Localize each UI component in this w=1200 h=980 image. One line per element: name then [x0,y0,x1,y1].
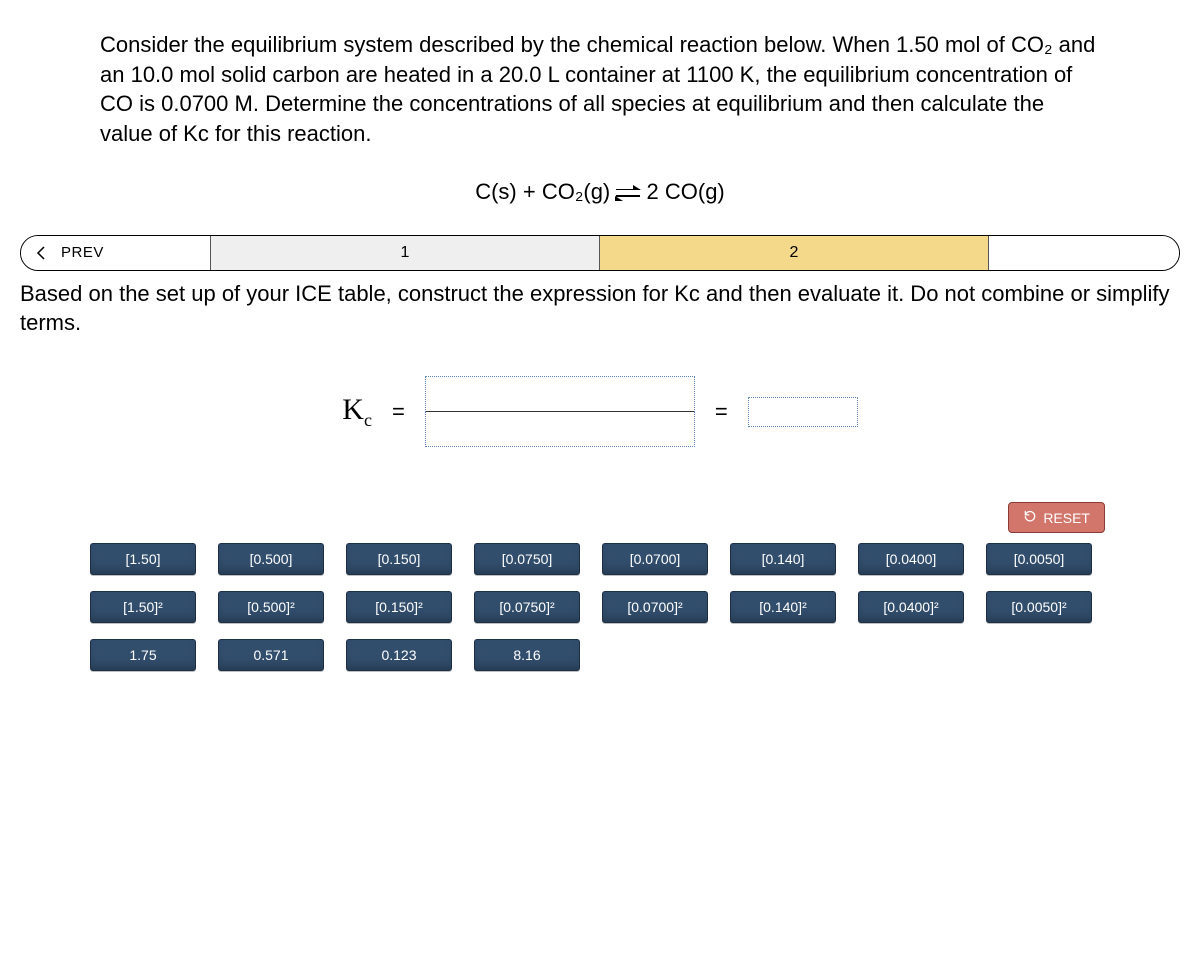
equation-left: C(s) + CO₂(g) [475,179,610,204]
reset-button[interactable]: RESET [1008,502,1105,533]
answer-tiles: [1.50] [0.500] [0.150] [0.0750] [0.0700]… [0,543,1200,671]
numerator-slot[interactable] [425,376,695,412]
tile-row-1: [1.50] [0.500] [0.150] [0.0750] [0.0700]… [90,543,1110,575]
tile[interactable]: [0.500]² [218,591,324,623]
tile[interactable]: [0.150]² [346,591,452,623]
tile[interactable]: 1.75 [90,639,196,671]
equilibrium-arrow-icon [616,186,640,200]
tile[interactable]: [0.0050] [986,543,1092,575]
prev-button[interactable]: PREV [21,236,211,270]
denominator-slot[interactable] [425,411,695,447]
step-nav: PREV 1 2 [20,235,1180,271]
tile[interactable]: [0.150] [346,543,452,575]
tile[interactable]: [0.0700]² [602,591,708,623]
problem-statement: Consider the equilibrium system describe… [0,0,1200,159]
reset-label: RESET [1043,510,1090,526]
chemical-equation: C(s) + CO₂(g) 2 CO(g) [0,159,1200,235]
tile[interactable]: 0.571 [218,639,324,671]
equals-sign-1: = [392,399,405,425]
prev-label: PREV [61,244,104,261]
tile[interactable]: [0.0750] [474,543,580,575]
kc-expression: Kc = = [0,376,1200,447]
tile[interactable]: 0.123 [346,639,452,671]
equation-right: 2 CO(g) [647,179,725,204]
tile[interactable]: [0.140] [730,543,836,575]
tile[interactable]: [1.50]² [90,591,196,623]
tile[interactable]: [0.0050]² [986,591,1092,623]
tile[interactable]: [0.0400] [858,543,964,575]
tile[interactable]: [0.500] [218,543,324,575]
step-instruction: Based on the set up of your ICE table, c… [0,279,1200,338]
tile[interactable]: [0.0700] [602,543,708,575]
chevron-left-icon [21,245,61,261]
reset-icon [1023,509,1037,526]
tile-row-3: 1.75 0.571 0.123 8.16 [90,639,1110,671]
fraction-dropzone [425,376,695,447]
tile[interactable]: [0.0400]² [858,591,964,623]
tile-row-2: [1.50]² [0.500]² [0.150]² [0.0750]² [0.0… [90,591,1110,623]
result-slot[interactable] [748,397,858,427]
tile[interactable]: [1.50] [90,543,196,575]
step-2-tab[interactable]: 2 [600,236,989,270]
kc-symbol: Kc [342,393,372,431]
equals-sign-2: = [715,399,728,425]
step-nav-tail [989,236,1179,270]
step-1-tab[interactable]: 1 [211,236,600,270]
tile[interactable]: [0.0750]² [474,591,580,623]
tile[interactable]: 8.16 [474,639,580,671]
tile[interactable]: [0.140]² [730,591,836,623]
